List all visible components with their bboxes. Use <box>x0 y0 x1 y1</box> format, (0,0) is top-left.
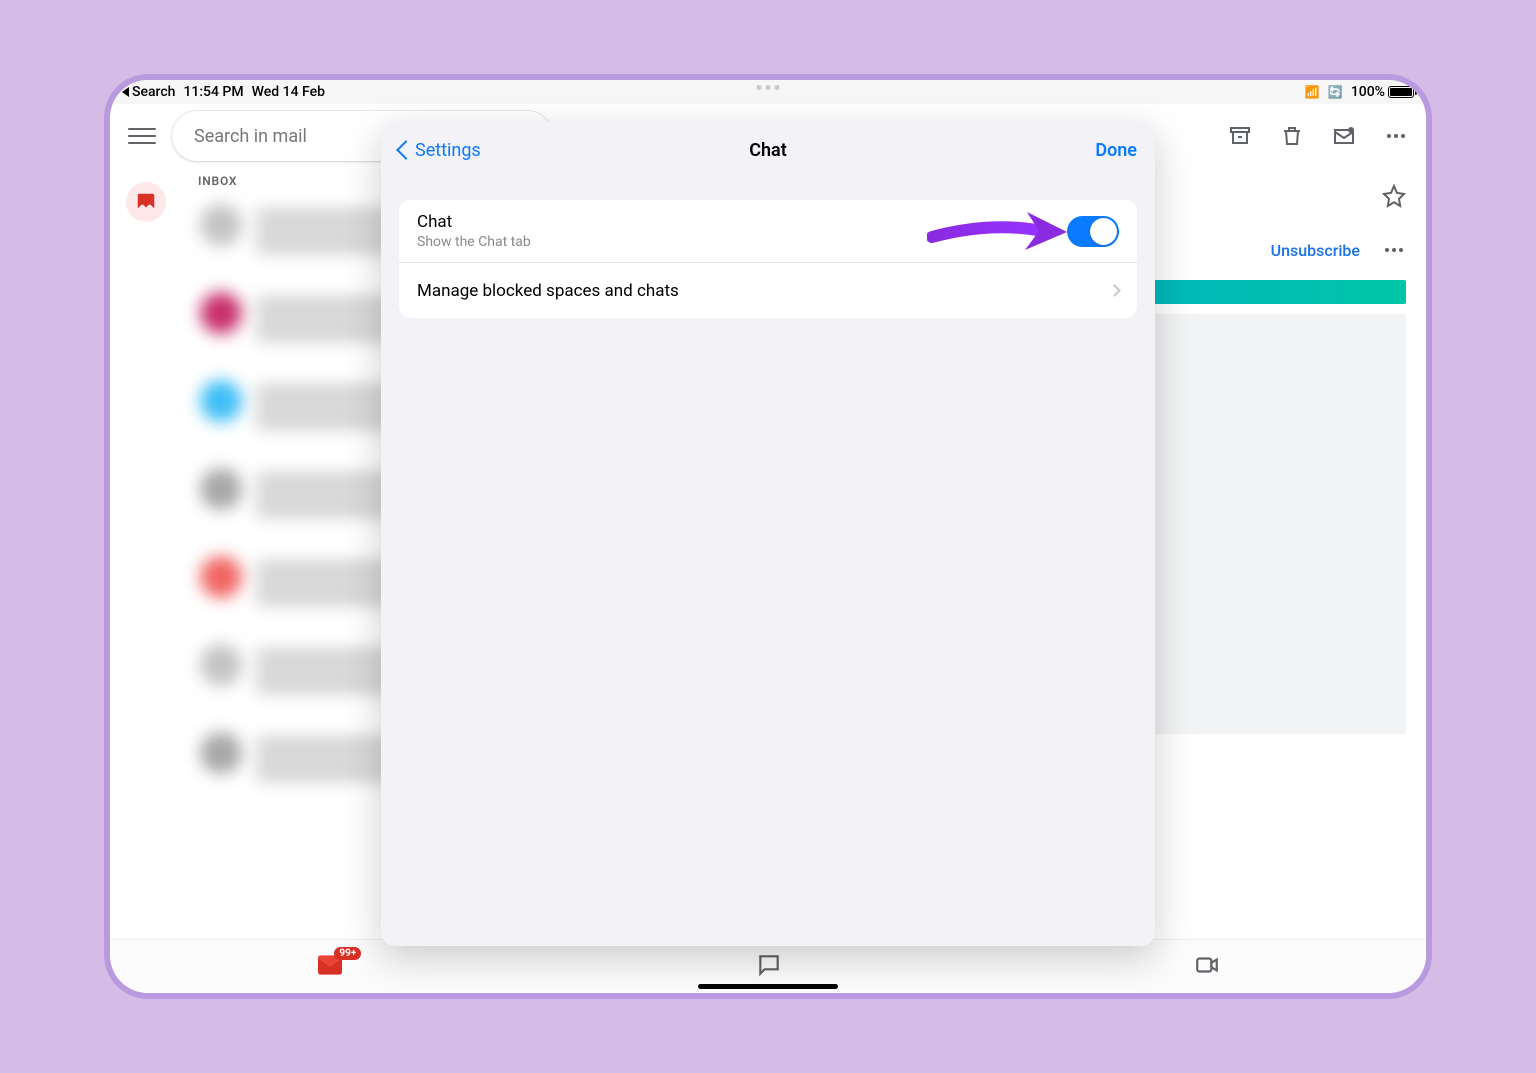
row-subtitle: Show the Chat tab <box>417 234 1067 250</box>
mail-badge: 99+ <box>334 947 361 960</box>
settings-group: Chat Show the Chat tab Manage blocked sp… <box>399 200 1137 318</box>
battery-indicator: 100% <box>1351 84 1414 100</box>
row-title: Chat <box>417 212 1067 232</box>
status-time: 11:54 PM <box>183 84 243 100</box>
chevron-right-icon <box>1108 284 1121 297</box>
mail-tab[interactable]: 99+ <box>315 953 345 981</box>
star-icon[interactable] <box>1382 184 1406 208</box>
chat-toggle[interactable] <box>1067 216 1119 247</box>
chat-tab[interactable] <box>756 952 782 982</box>
wifi-icon <box>1305 84 1320 100</box>
modal-title: Chat <box>381 140 1155 161</box>
row-title: Manage blocked spaces and chats <box>417 281 1110 301</box>
more-icon[interactable] <box>1384 124 1408 148</box>
message-more-icon[interactable] <box>1382 238 1406 262</box>
inbox-nav-icon[interactable] <box>126 182 166 222</box>
status-bar: Search 11:54 PM Wed 14 Feb 100% <box>110 80 1426 104</box>
menu-button[interactable] <box>128 128 156 144</box>
chevron-left-icon <box>396 140 416 160</box>
chat-toggle-row: Chat Show the Chat tab <box>399 200 1137 262</box>
orientation-lock-icon <box>1328 84 1343 100</box>
home-indicator[interactable] <box>698 984 838 989</box>
manage-blocked-row[interactable]: Manage blocked spaces and chats <box>399 262 1137 318</box>
back-to-app[interactable]: Search <box>122 84 175 100</box>
back-button[interactable]: Settings <box>399 140 481 161</box>
ipad-frame: Search 11:54 PM Wed 14 Feb 100% Search i… <box>110 80 1426 993</box>
mark-unread-icon[interactable] <box>1332 124 1356 148</box>
unsubscribe-link[interactable]: Unsubscribe <box>1271 241 1360 260</box>
delete-icon[interactable] <box>1280 124 1304 148</box>
done-button[interactable]: Done <box>1095 140 1137 161</box>
meet-tab[interactable] <box>1193 952 1221 982</box>
settings-modal: Settings Chat Done Chat Show the Chat ta… <box>381 122 1155 946</box>
status-date: Wed 14 Feb <box>252 84 325 100</box>
archive-icon[interactable] <box>1228 124 1252 148</box>
drag-handle-dots <box>757 85 780 90</box>
